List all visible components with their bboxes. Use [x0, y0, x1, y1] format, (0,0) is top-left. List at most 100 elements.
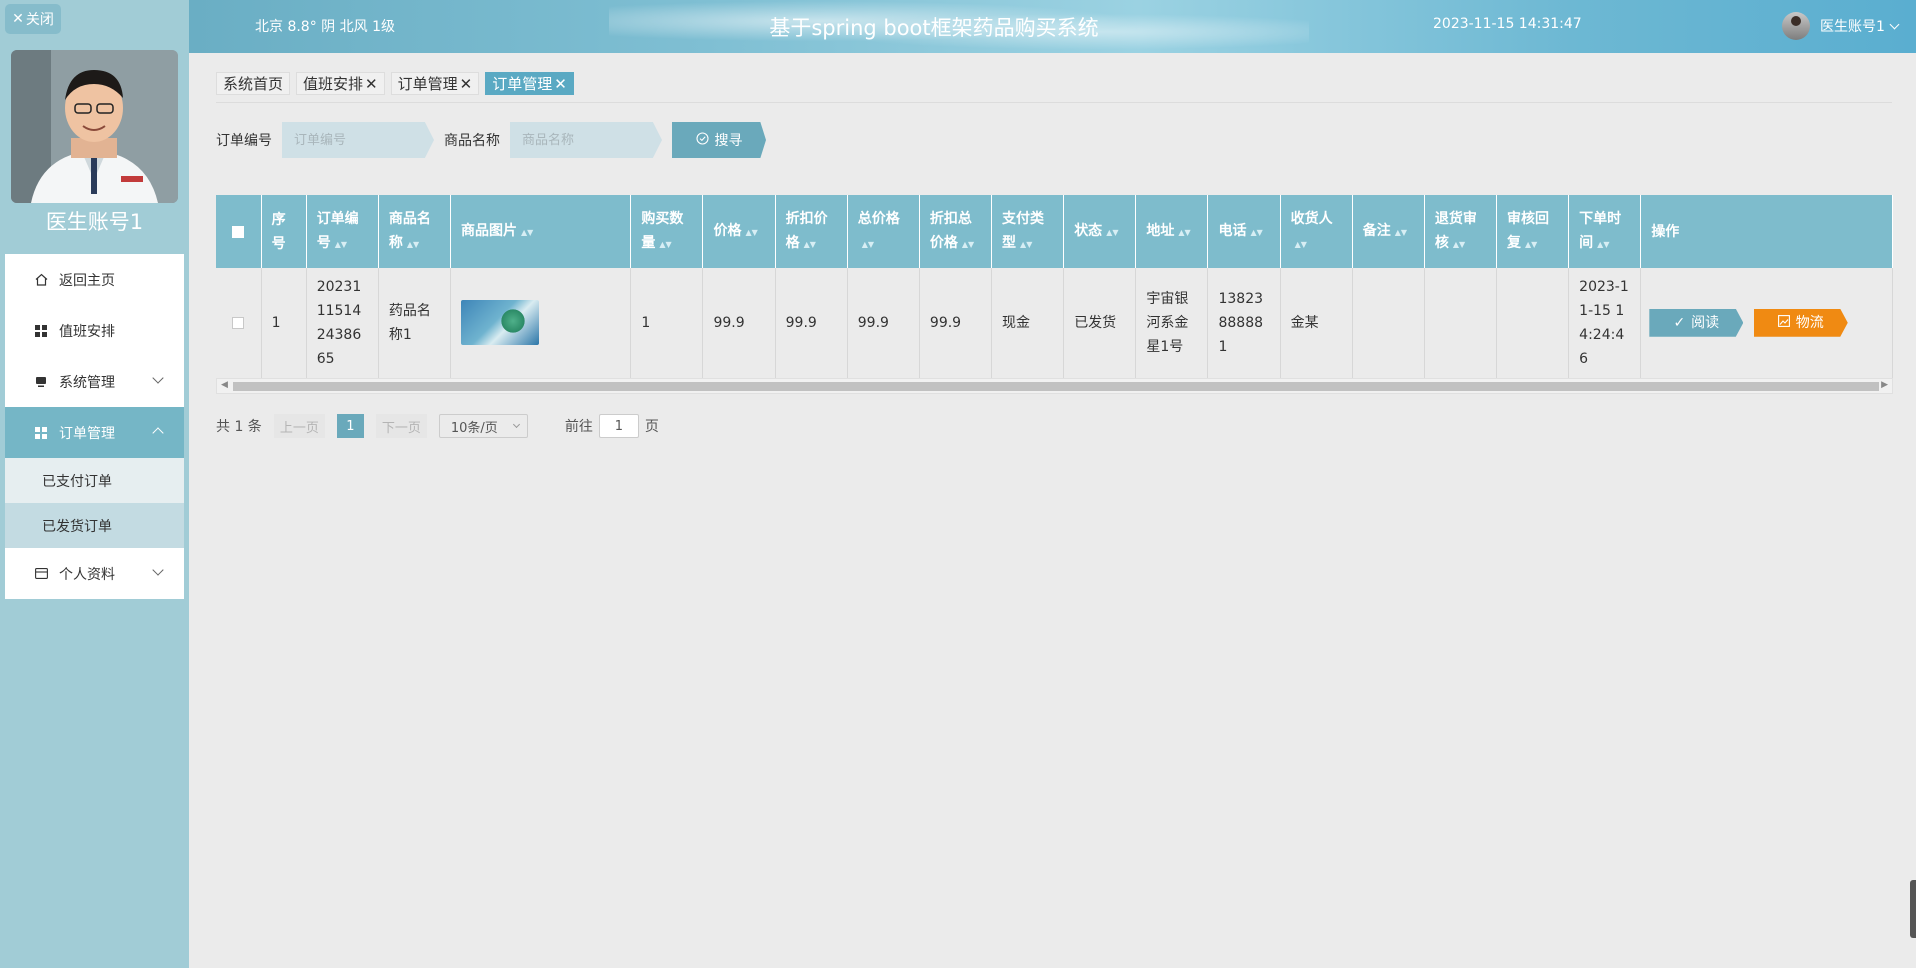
column-header[interactable]: 电话 ▲▼	[1207, 195, 1281, 268]
sidebar-item-system[interactable]: 系统管理	[5, 356, 184, 407]
sidebar-item-label: 值班安排	[59, 323, 115, 340]
column-header-label: 备注	[1362, 222, 1391, 239]
chevron-down-icon	[152, 372, 164, 384]
column-header[interactable]: 购买数量 ▲▼	[630, 195, 704, 268]
scrollbar-thumb[interactable]	[233, 382, 1879, 391]
datetime-text: 2023-11-15 14:31:47	[1433, 16, 1582, 32]
sort-icon[interactable]: ▲▼	[1020, 240, 1032, 249]
sort-icon[interactable]: ▲▼	[1295, 240, 1307, 249]
scroll-left-icon[interactable]: ◀	[221, 380, 228, 390]
cell-quantity: 1	[630, 268, 704, 379]
column-header[interactable]: 商品名称 ▲▼	[378, 195, 451, 268]
page-number-button[interactable]: 1	[336, 414, 364, 438]
card-icon	[34, 567, 48, 581]
product-name-input[interactable]	[510, 122, 662, 158]
sort-icon[interactable]: ▲▼	[1597, 240, 1609, 249]
sort-icon[interactable]: ▲▼	[745, 228, 757, 237]
column-header-label: 地址	[1146, 222, 1175, 239]
column-header[interactable]: 备注 ▲▼	[1352, 195, 1425, 268]
close-icon[interactable]: ✕	[554, 75, 567, 93]
sort-icon[interactable]: ▲▼	[1453, 240, 1465, 249]
close-icon[interactable]: ✕	[460, 75, 473, 93]
column-header[interactable]: 商品图片 ▲▼	[450, 195, 632, 268]
column-header: 操作	[1640, 195, 1893, 268]
close-icon[interactable]: ✕	[365, 75, 378, 93]
sort-icon[interactable]: ▲▼	[1178, 228, 1190, 237]
cell-order-no: 20231115142438665	[306, 268, 379, 379]
tab-home[interactable]: 系统首页	[216, 72, 291, 95]
column-header[interactable]: 订单编号 ▲▼	[306, 195, 379, 268]
column-header[interactable]: 折扣总价格 ▲▼	[919, 195, 993, 268]
order-no-input[interactable]	[282, 122, 434, 158]
goto-label: 前往	[564, 419, 593, 435]
cell-discount-price: 99.9	[775, 268, 848, 379]
sidebar-subitem-shipped-orders[interactable]: 已发货订单	[5, 503, 184, 548]
table-header-row: 序号 订单编号 ▲▼ 商品名称 ▲▼ 商品图片 ▲▼ 购买数量 ▲▼ 价格 ▲▼ 折扣价格…	[216, 195, 1893, 268]
close-button[interactable]: ✕ 关闭	[5, 4, 61, 34]
column-header[interactable]: 状态 ▲▼	[1063, 195, 1137, 268]
sort-icon[interactable]: ▲▼	[521, 228, 533, 237]
tab-orders-active[interactable]: 订单管理 ✕	[485, 72, 574, 95]
column-header[interactable]: 支付类型 ▲▼	[991, 195, 1065, 268]
column-header[interactable]: 审核回复 ▲▼	[1496, 195, 1570, 268]
sort-icon[interactable]: ▲▼	[407, 240, 419, 249]
cell-discount-total: 99.9	[919, 268, 993, 379]
orders-table-wrap: 序号 订单编号 ▲▼ 商品名称 ▲▼ 商品图片 ▲▼ 购买数量 ▲▼ 价格 ▲▼ 折扣价格…	[216, 195, 1893, 392]
user-menu[interactable]: 医生账号1	[1782, 12, 1900, 40]
horizontal-scrollbar[interactable]: ◀ ▶	[216, 378, 1893, 394]
pagination-total: 共 1 条	[216, 419, 262, 435]
search-button[interactable]: 搜寻	[672, 122, 766, 158]
cell-product-image	[450, 268, 632, 379]
sort-icon[interactable]: ▲▼	[962, 240, 974, 249]
sort-icon[interactable]: ▲▼	[1525, 240, 1537, 249]
prev-page-button[interactable]: 上一页	[273, 414, 325, 438]
sort-icon[interactable]: ▲▼	[1250, 228, 1262, 237]
tabs-divider	[216, 102, 1892, 103]
sort-icon[interactable]: ▲▼	[659, 240, 671, 249]
select-all-checkbox[interactable]	[232, 225, 245, 238]
sidebar-subitem-label: 已发货订单	[42, 518, 112, 535]
column-header[interactable]: 收货人 ▲▼	[1280, 195, 1353, 268]
sort-icon[interactable]: ▲▼	[1395, 228, 1407, 237]
cell-remark	[1352, 268, 1425, 379]
read-button[interactable]: ✓ 阅读	[1649, 308, 1744, 337]
close-icon: ✕	[12, 11, 24, 27]
column-header-label: 总价格	[857, 210, 900, 227]
column-header[interactable]: 折扣价格 ▲▼	[775, 195, 848, 268]
check-circle-icon	[695, 131, 709, 149]
sort-icon[interactable]: ▲▼	[804, 240, 816, 249]
floating-side-tab[interactable]	[1910, 880, 1916, 938]
column-header[interactable]: 价格 ▲▼	[702, 195, 776, 268]
sidebar-item-home[interactable]: 返回主页	[5, 254, 184, 305]
column-header-label: 商品图片	[460, 222, 517, 239]
column-header[interactable]: 地址 ▲▼	[1135, 195, 1209, 268]
column-header[interactable]: 退货审核 ▲▼	[1424, 195, 1498, 268]
cell-price: 99.9	[702, 268, 776, 379]
sort-icon[interactable]: ▲▼	[335, 240, 347, 249]
select-all-cell[interactable]	[216, 195, 262, 268]
sort-icon[interactable]: ▲▼	[862, 240, 874, 249]
chevron-up-icon	[152, 427, 164, 439]
sidebar-item-label: 系统管理	[59, 374, 115, 391]
tab-orders[interactable]: 订单管理 ✕	[390, 72, 480, 95]
sidebar-item-orders[interactable]: 订单管理	[5, 407, 184, 458]
home-icon	[34, 273, 48, 287]
sidebar-subitem-paid-orders[interactable]: 已支付订单	[5, 458, 184, 503]
chevron-down-icon	[512, 420, 520, 429]
page-size-select[interactable]: 10条/页	[438, 414, 528, 438]
sidebar-item-label: 个人资料	[59, 566, 115, 583]
row-select-cell[interactable]	[216, 268, 262, 379]
row-checkbox[interactable]	[232, 316, 245, 329]
scroll-right-icon[interactable]: ▶	[1881, 380, 1888, 390]
column-header[interactable]: 下单时间 ▲▼	[1568, 195, 1642, 268]
column-header[interactable]: 总价格 ▲▼	[847, 195, 920, 268]
logistics-button[interactable]: 物流	[1753, 308, 1848, 337]
sidebar-item-label: 返回主页	[59, 272, 115, 289]
sort-icon[interactable]: ▲▼	[1106, 228, 1118, 237]
sidebar-item-duty[interactable]: 值班安排	[5, 305, 184, 356]
next-page-button[interactable]: 下一页	[375, 414, 427, 438]
tab-duty[interactable]: 值班安排 ✕	[296, 72, 385, 95]
goto-page-input[interactable]	[598, 414, 639, 438]
product-image[interactable]	[460, 300, 539, 346]
sidebar-item-profile[interactable]: 个人资料	[5, 548, 184, 599]
